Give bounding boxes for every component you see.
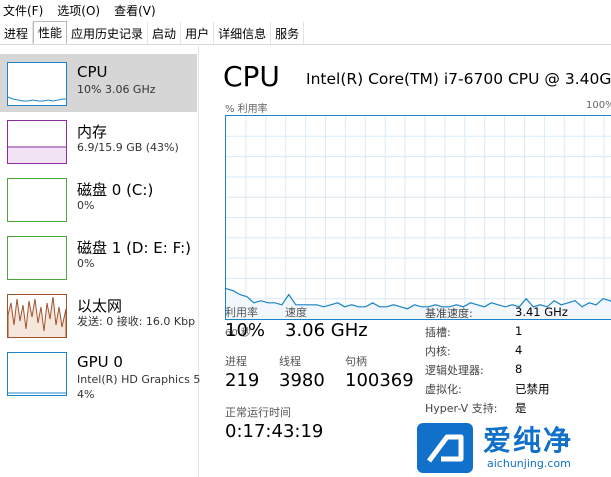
cpu-thumbnail	[7, 62, 67, 106]
sidebar-item-sub: Intel(R) HD Graphics 5	[77, 373, 201, 386]
menu-options[interactable]: 选项(O)	[56, 2, 101, 19]
gpu-thumbnail	[7, 352, 67, 396]
sidebar-item-sub: 10% 3.06 GHz	[77, 83, 156, 96]
cores-label: 内核:	[425, 345, 451, 358]
sidebar-item-sub: 6.9/15.9 GB (43%)	[77, 141, 179, 154]
base-speed-label: 基准速度:	[425, 307, 473, 320]
sidebar-item-disk-1[interactable]: 磁盘 1 (D: E: F:) 0%	[0, 228, 197, 286]
watermark-logo-icon	[417, 423, 473, 473]
sidebar-item-sub: 0%	[77, 257, 95, 270]
tab-users[interactable]: 用户	[181, 22, 215, 44]
resource-sidebar: CPU 10% 3.06 GHz 内存 6.9/15.9 GB (43%) 磁盘…	[0, 46, 201, 477]
cores-value: 4	[515, 343, 523, 357]
watermark-text-cn: 爱纯净	[483, 424, 574, 457]
sockets-label: 插槽:	[425, 326, 451, 339]
ethernet-thumbnail	[7, 294, 67, 338]
menu-bar: 文件(F) 选项(O) 查看(V)	[0, 0, 611, 21]
watermark: 爱纯净 aichunjing.com	[417, 419, 611, 477]
sidebar-item-label: 以太网	[77, 297, 123, 315]
uptime-label: 正常运行时间	[225, 406, 291, 419]
tab-details[interactable]: 详细信息	[214, 22, 272, 44]
cpu-detail-panel: CPU Intel(R) Core(TM) i7-6700 CPU @ 3.40…	[201, 46, 611, 477]
base-speed-value: 3.41 GHz	[515, 305, 568, 319]
menu-file[interactable]: 文件(F)	[2, 2, 44, 19]
memory-thumbnail	[7, 120, 67, 164]
sidebar-item-disk-0[interactable]: 磁盘 0 (C:) 0%	[0, 170, 197, 228]
virtualization-value: 已禁用	[515, 382, 550, 396]
sidebar-item-cpu[interactable]: CPU 10% 3.06 GHz	[0, 54, 197, 112]
processes-value: 219	[225, 370, 260, 391]
handles-label: 句柄	[345, 355, 367, 368]
tab-performance[interactable]: 性能	[33, 21, 68, 44]
cpu-graph-svg	[226, 116, 611, 319]
disk1-thumbnail	[7, 236, 67, 280]
util-label: 利用率	[225, 306, 258, 319]
threads-label: 线程	[279, 355, 301, 368]
sidebar-item-label: 磁盘 0 (C:)	[77, 181, 154, 199]
uptime-value: 0:17:43:19	[225, 421, 324, 442]
hyperv-label: Hyper-V 支持:	[425, 402, 498, 415]
sidebar-item-label: CPU	[77, 63, 108, 81]
tab-services[interactable]: 服务	[271, 22, 305, 44]
sidebar-item-gpu[interactable]: GPU 0 Intel(R) HD Graphics 5 4%	[0, 344, 201, 402]
util-value: 10%	[225, 320, 266, 341]
sidebar-item-sub2: 4%	[77, 388, 95, 401]
logical-processors-label: 逻辑处理器:	[425, 364, 484, 377]
cpu-utilization-graph	[225, 115, 611, 320]
sidebar-item-label: 磁盘 1 (D: E: F:)	[77, 239, 191, 257]
logical-processors-value: 8	[515, 362, 523, 376]
disk0-thumbnail	[7, 178, 67, 222]
handles-value: 100369	[345, 370, 414, 391]
sidebar-item-sub: 发送: 0 接收: 16.0 Kbp	[77, 315, 196, 328]
sidebar-item-label: GPU 0	[77, 353, 123, 371]
hyperv-value: 是	[515, 401, 527, 415]
sockets-value: 1	[515, 324, 523, 338]
menu-view[interactable]: 查看(V)	[113, 2, 157, 19]
graph-y-label: % 利用率	[225, 104, 268, 115]
cpu-model-name: Intel(R) Core(TM) i7-6700 CPU @ 3.40GHz	[306, 70, 611, 88]
processes-label: 进程	[225, 355, 247, 368]
graph-y-max-label: 100%	[586, 100, 611, 111]
tab-app-history[interactable]: 应用历史记录	[67, 22, 149, 44]
threads-value: 3980	[279, 370, 325, 391]
tab-processes[interactable]: 进程	[0, 22, 34, 44]
tab-startup[interactable]: 启动	[148, 22, 182, 44]
sidebar-item-ethernet[interactable]: 以太网 发送: 0 接收: 16.0 Kbp	[0, 286, 197, 344]
watermark-text-en: aichunjing.com	[487, 457, 571, 470]
page-title: CPU	[223, 60, 280, 93]
speed-value: 3.06 GHz	[285, 320, 368, 341]
tab-bar: 进程 性能 应用历史记录 启动 用户 详细信息 服务	[0, 21, 611, 45]
sidebar-item-memory[interactable]: 内存 6.9/15.9 GB (43%)	[0, 112, 197, 170]
sidebar-item-label: 内存	[77, 123, 108, 141]
virtualization-label: 虚拟化:	[425, 383, 462, 396]
sidebar-item-sub: 0%	[77, 199, 95, 212]
speed-label: 速度	[285, 306, 307, 319]
